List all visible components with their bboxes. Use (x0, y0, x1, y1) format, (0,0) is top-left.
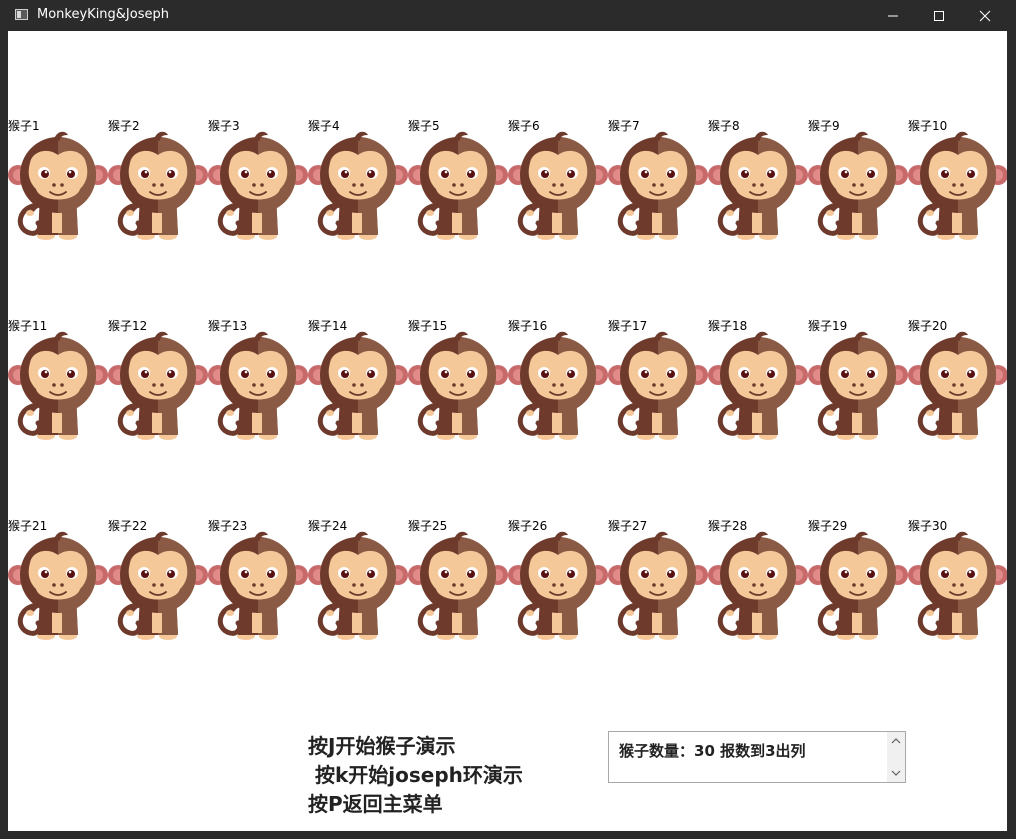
monkey-card: 猴子29 (808, 519, 908, 649)
info-text: 猴子数量：30 报数到3出列 (619, 742, 806, 760)
monkey-icon (508, 331, 608, 440)
minimize-button[interactable] (870, 0, 916, 31)
monkey-icon (8, 131, 108, 240)
monkey-icon (808, 131, 908, 240)
monkey-icon (708, 131, 808, 240)
monkey-card: 猴子1 (8, 119, 108, 249)
monkey-card: 猴子14 (308, 319, 408, 449)
monkey-card: 猴子15 (408, 319, 508, 449)
client-area: 猴子1 猴子2 猴子3 猴子4 猴子5 猴子6 猴子7 猴子8 猴子9 猴子10… (8, 31, 1007, 831)
monkey-card: 猴子18 (708, 319, 808, 449)
minimize-icon (888, 15, 898, 16)
monkey-icon (408, 531, 508, 640)
monkey-icon (108, 131, 208, 240)
window-title: MonkeyKing&Joseph (37, 7, 169, 22)
monkey-icon (308, 331, 408, 440)
monkey-card: 猴子30 (908, 519, 1007, 649)
instruction-line: 按P返回主菜单 (308, 792, 443, 816)
monkey-card: 猴子2 (108, 119, 208, 249)
monkey-card: 猴子17 (608, 319, 708, 449)
monkey-card: 猴子6 (508, 119, 608, 249)
monkey-card: 猴子16 (508, 319, 608, 449)
monkey-card: 猴子25 (408, 519, 508, 649)
close-icon (979, 10, 991, 21)
monkey-icon (508, 131, 608, 240)
monkey-card: 猴子23 (208, 519, 308, 649)
monkey-icon (908, 131, 1007, 240)
vertical-scrollbar[interactable] (887, 732, 905, 782)
monkey-icon (508, 531, 608, 640)
monkey-icon (108, 331, 208, 440)
monkey-icon (108, 531, 208, 640)
monkey-card: 猴子3 (208, 119, 308, 249)
monkey-icon (8, 531, 108, 640)
monkey-icon (808, 531, 908, 640)
monkey-icon (608, 531, 708, 640)
monkey-icon (8, 331, 108, 440)
chevron-down-icon (891, 770, 901, 776)
monkey-icon (208, 331, 308, 440)
monkey-card: 猴子7 (608, 119, 708, 249)
monkey-card: 猴子9 (808, 119, 908, 249)
maximize-button[interactable] (916, 0, 962, 31)
monkey-card: 猴子24 (308, 519, 408, 649)
monkey-icon (808, 331, 908, 440)
monkey-card: 猴子11 (8, 319, 108, 449)
monkey-icon (208, 131, 308, 240)
monkey-card: 猴子20 (908, 319, 1007, 449)
monkey-icon (608, 131, 708, 240)
maximize-icon (934, 10, 944, 21)
monkey-card: 猴子10 (908, 119, 1007, 249)
instruction-line: 按k开始joseph环演示 (308, 763, 523, 787)
monkey-icon (708, 331, 808, 440)
monkey-icon (308, 131, 408, 240)
monkey-icon (908, 331, 1007, 440)
monkey-card: 猴子27 (608, 519, 708, 649)
chevron-up-icon (891, 738, 901, 744)
info-textbox[interactable]: 猴子数量：30 报数到3出列 (608, 731, 906, 783)
app-icon (15, 9, 28, 20)
instructions: 按J开始猴子演示 按k开始joseph环演示 按P返回主菜单 (308, 732, 523, 819)
title-bar: MonkeyKing&Joseph (0, 0, 1016, 31)
monkey-icon (208, 531, 308, 640)
monkey-card: 猴子13 (208, 319, 308, 449)
monkey-icon (708, 531, 808, 640)
monkey-card: 猴子26 (508, 519, 608, 649)
monkey-icon (408, 131, 508, 240)
monkey-icon (308, 531, 408, 640)
monkey-icon (408, 331, 508, 440)
monkey-card: 猴子19 (808, 319, 908, 449)
monkey-card: 猴子12 (108, 319, 208, 449)
instruction-line: 按J开始猴子演示 (308, 734, 456, 758)
monkey-card: 猴子8 (708, 119, 808, 249)
monkey-card: 猴子22 (108, 519, 208, 649)
scroll-down-button[interactable] (887, 765, 905, 781)
monkey-icon (608, 331, 708, 440)
close-button[interactable] (962, 0, 1008, 31)
monkey-card: 猴子21 (8, 519, 108, 649)
scroll-up-button[interactable] (887, 733, 905, 749)
monkey-card: 猴子28 (708, 519, 808, 649)
monkey-card: 猴子5 (408, 119, 508, 249)
monkey-icon (908, 531, 1007, 640)
monkey-card: 猴子4 (308, 119, 408, 249)
